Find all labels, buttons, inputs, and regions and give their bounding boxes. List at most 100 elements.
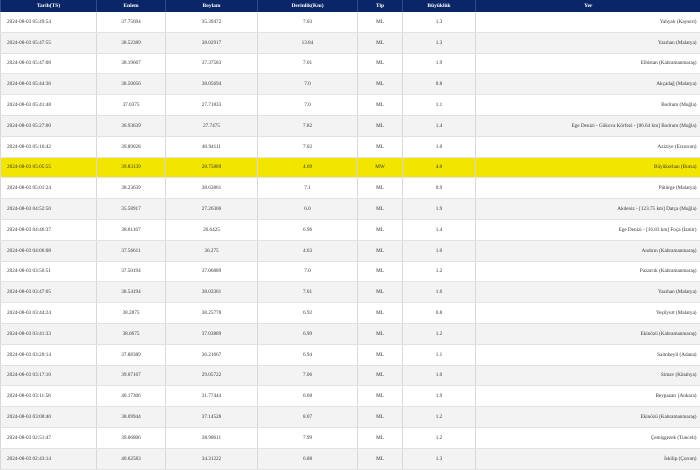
table-row[interactable]: 2024-08-03 05:27:0036.9363927.74757.82ML… <box>1 115 700 136</box>
table-row[interactable]: 2024-08-03 04:46:3738.8116726.64256.96ML… <box>1 219 700 240</box>
cell-type: ML <box>358 53 403 74</box>
cell-depth: 6.92 <box>258 303 358 324</box>
cell-longitude: 37.03889 <box>166 323 258 344</box>
cell-longitude: 29.05722 <box>166 365 258 386</box>
cell-magnitude: 1.1 <box>403 344 476 365</box>
cell-longitude: 38.63861 <box>166 178 258 199</box>
cell-latitude: 38.50056 <box>97 74 166 95</box>
cell-location: Elbistan (Kahramanmaraş) <box>476 53 700 74</box>
table-row[interactable]: 2024-08-03 02:51:4739.0680638.986117.99M… <box>1 427 700 448</box>
cell-latitude: 39.83139 <box>97 157 166 178</box>
cell-date: 2024-08-03 04:46:37 <box>1 219 97 240</box>
cell-type: ML <box>358 74 403 95</box>
table-row[interactable]: 2024-08-03 03:17:1039.0716729.057227.06M… <box>1 365 700 386</box>
cell-magnitude: 1.9 <box>403 53 476 74</box>
cell-location: Akçadağ (Malatya) <box>476 74 700 95</box>
table-row[interactable]: 2024-08-03 05:44:3638.5005638.056947.0ML… <box>1 74 700 95</box>
table-row[interactable]: 2024-08-03 05:41:4837.037527.718337.0ML1… <box>1 95 700 116</box>
table-row[interactable]: 2024-08-03 03:47:0538.5419438.033617.01M… <box>1 282 700 303</box>
table-row[interactable]: 2024-08-03 04:06:0837.5661136.2754.63ML1… <box>1 240 700 261</box>
cell-magnitude: 1.4 <box>403 219 476 240</box>
cell-longitude: 38.98611 <box>166 427 258 448</box>
cell-depth: 6.99 <box>258 323 358 344</box>
table-row[interactable]: 2024-08-03 03:20:1437.8838936.216676.94M… <box>1 344 700 365</box>
cell-depth: 6.96 <box>258 219 358 240</box>
cell-depth: 4.63 <box>258 240 358 261</box>
cell-latitude: 38.52389 <box>97 32 166 53</box>
cell-type: ML <box>358 282 403 303</box>
cell-type: ML <box>358 240 403 261</box>
cell-latitude: 38.23639 <box>97 178 166 199</box>
cell-date: 2024-08-03 05:49:54 <box>1 12 97 32</box>
cell-date: 2024-08-03 04:52:50 <box>1 199 97 220</box>
cell-latitude: 38.19667 <box>97 53 166 74</box>
cell-depth: 6.0 <box>258 199 358 220</box>
cell-type: ML <box>358 407 403 428</box>
cell-location: Beypazarı (Ankara) <box>476 386 700 407</box>
cell-latitude: 37.75694 <box>97 12 166 32</box>
cell-date: 2024-08-03 03:11:58 <box>1 386 97 407</box>
table-row[interactable]: 2024-08-03 05:47:0838.1966737.375837.01M… <box>1 53 700 74</box>
earthquake-table: Tarih(TS) Enlem Boylam Derinlik(Km) Tip … <box>0 0 700 470</box>
cell-magnitude: 1.3 <box>403 12 476 32</box>
cell-location: Ege Denizi - Gökova Körfezi - [06.64 km]… <box>476 115 700 136</box>
column-header-magnitude[interactable]: Büyüklük <box>403 0 476 12</box>
cell-location: Pazarcık (Kahramanmaraş) <box>476 261 700 282</box>
cell-depth: 7.02 <box>258 136 358 157</box>
cell-magnitude: 1.0 <box>403 365 476 386</box>
cell-depth: 7.0 <box>258 95 358 116</box>
cell-date: 2024-08-03 03:56:51 <box>1 261 97 282</box>
cell-location: Akdeniz - [123.75 km] Datça (Muğla) <box>476 199 700 220</box>
cell-latitude: 37.0375 <box>97 95 166 116</box>
table-row[interactable]: 2024-08-03 03:41:3338.067537.038896.99ML… <box>1 323 700 344</box>
cell-latitude: 35.58917 <box>97 199 166 220</box>
cell-longitude: 27.26306 <box>166 199 258 220</box>
table-row[interactable]: 2024-08-03 04:52:5035.5891727.263066.0ML… <box>1 199 700 220</box>
cell-depth: 7.0 <box>258 74 358 95</box>
cell-location: İskilip (Çorum) <box>476 448 700 469</box>
cell-longitude: 35.39472 <box>166 12 258 32</box>
cell-magnitude: 1.9 <box>403 199 476 220</box>
cell-longitude: 38.05694 <box>166 74 258 95</box>
table-row[interactable]: 2024-08-03 05:01:2438.2363938.638617.1ML… <box>1 178 700 199</box>
cell-type: ML <box>358 95 403 116</box>
cell-location: Aziziye (Erzurum) <box>476 136 700 157</box>
cell-latitude: 40.17306 <box>97 386 166 407</box>
cell-magnitude: 1.1 <box>403 95 476 116</box>
cell-latitude: 38.0675 <box>97 323 166 344</box>
cell-longitude: 31.77444 <box>166 386 258 407</box>
cell-type: ML <box>358 261 403 282</box>
column-header-latitude[interactable]: Enlem <box>97 0 166 12</box>
cell-longitude: 36.21667 <box>166 344 258 365</box>
column-header-longitude[interactable]: Boylam <box>166 0 258 12</box>
cell-location: Yahyalı (Kayseri) <box>476 12 700 32</box>
table-row-highlighted[interactable]: 2024-08-03 05:05:5539.8313928.758894.69M… <box>1 157 700 178</box>
table-row[interactable]: 2024-08-03 05:16:4239.8902840.941117.02M… <box>1 136 700 157</box>
cell-date: 2024-08-03 04:06:08 <box>1 240 97 261</box>
cell-location: Yazıhan (Malatya) <box>476 32 700 53</box>
column-header-type[interactable]: Tip <box>358 0 403 12</box>
cell-depth: 6.94 <box>258 344 358 365</box>
table-row[interactable]: 2024-08-03 03:08:4038.0994437.145288.07M… <box>1 407 700 428</box>
cell-longitude: 38.25778 <box>166 303 258 324</box>
table-row[interactable]: 2024-08-03 05:49:5437.7569435.394727.03M… <box>1 12 700 32</box>
cell-magnitude: 0.9 <box>403 178 476 199</box>
cell-location: Pütürge (Malatya) <box>476 178 700 199</box>
cell-latitude: 39.06806 <box>97 427 166 448</box>
column-header-location[interactable]: Yer <box>476 0 700 12</box>
table-row[interactable]: 2024-08-03 05:47:5538.5238938.0291713.84… <box>1 32 700 53</box>
table-row[interactable]: 2024-08-03 03:44:2438.287538.257786.92ML… <box>1 303 700 324</box>
cell-magnitude: 1.2 <box>403 407 476 428</box>
cell-latitude: 39.07167 <box>97 365 166 386</box>
cell-latitude: 37.56611 <box>97 240 166 261</box>
column-header-depth[interactable]: Derinlik(Km) <box>258 0 358 12</box>
table-row[interactable]: 2024-08-03 03:56:5137.5019437.068897.0ML… <box>1 261 700 282</box>
cell-depth: 13.84 <box>258 32 358 53</box>
table-row[interactable]: 2024-08-03 02:43:1440.6258334.312226.88M… <box>1 448 700 469</box>
cell-type: ML <box>358 365 403 386</box>
cell-location: Ekinözü (Kahramanmaraş) <box>476 407 700 428</box>
cell-type: ML <box>358 323 403 344</box>
cell-longitude: 26.6425 <box>166 219 258 240</box>
column-header-date[interactable]: Tarih(TS) <box>1 0 97 12</box>
table-row[interactable]: 2024-08-03 03:11:5840.1730631.774446.68M… <box>1 386 700 407</box>
